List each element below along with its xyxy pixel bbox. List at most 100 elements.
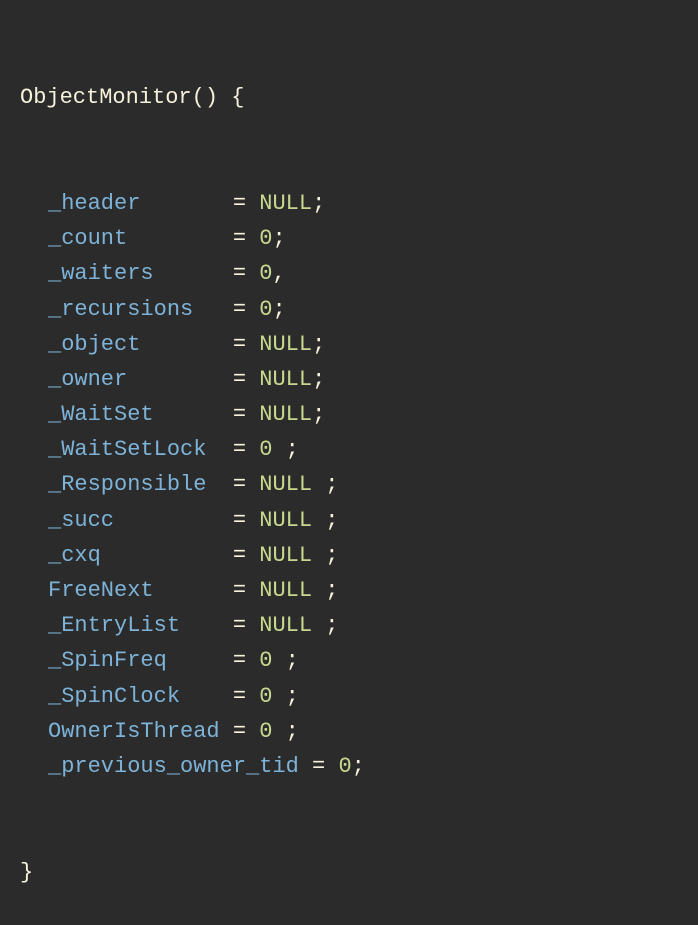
terminator: ; — [272, 297, 285, 322]
function-name: ObjectMonitor — [20, 85, 192, 110]
equals-sign: = — [233, 543, 259, 568]
terminator: ; — [312, 402, 325, 427]
code-line: _cxq = NULL ; — [20, 538, 678, 573]
padding — [220, 719, 233, 744]
value: 0 — [259, 684, 272, 709]
field-name: _EntryList — [48, 613, 180, 638]
field-name: _recursions — [48, 297, 193, 322]
terminator: ; — [312, 367, 325, 392]
padding — [154, 578, 233, 603]
function-signature-line: ObjectMonitor() { — [20, 80, 678, 115]
equals-sign: = — [233, 332, 259, 357]
field-name: _header — [48, 191, 140, 216]
terminator: ; — [352, 754, 365, 779]
terminator: ; — [312, 332, 325, 357]
value: NULL — [259, 543, 312, 568]
value: NULL — [259, 402, 312, 427]
value: NULL — [259, 367, 312, 392]
value: 0 — [338, 754, 351, 779]
terminator: ; — [312, 613, 338, 638]
terminator: ; — [312, 578, 338, 603]
value: NULL — [259, 472, 312, 497]
equals-sign: = — [233, 613, 259, 638]
code-line: FreeNext = NULL ; — [20, 573, 678, 608]
equals-sign: = — [233, 437, 259, 462]
value: NULL — [259, 332, 312, 357]
field-name: _WaitSet — [48, 402, 154, 427]
code-line: _SpinFreq = 0 ; — [20, 643, 678, 678]
code-line: _header = NULL; — [20, 186, 678, 221]
value: NULL — [259, 191, 312, 216]
code-line: _object = NULL; — [20, 327, 678, 362]
equals-sign: = — [233, 367, 259, 392]
terminator: ; — [272, 719, 298, 744]
field-name: _SpinFreq — [48, 648, 167, 673]
padding — [140, 191, 232, 216]
code-lines-container: _header = NULL;_count = 0;_waiters = 0,_… — [20, 186, 678, 784]
value: 0 — [259, 226, 272, 251]
equals-sign: = — [233, 719, 259, 744]
field-name: _Responsible — [48, 472, 206, 497]
padding — [206, 472, 232, 497]
field-name: _WaitSetLock — [48, 437, 206, 462]
padding — [140, 332, 232, 357]
terminator: , — [272, 261, 285, 286]
padding — [101, 543, 233, 568]
terminator: ; — [272, 648, 298, 673]
field-name: _SpinClock — [48, 684, 180, 709]
padding — [154, 261, 233, 286]
equals-sign: = — [233, 578, 259, 603]
equals-sign: = — [233, 261, 259, 286]
close-brace: } — [20, 860, 33, 885]
field-name: _cxq — [48, 543, 101, 568]
code-line: _WaitSet = NULL; — [20, 397, 678, 432]
close-brace-line: } — [20, 855, 678, 890]
value: 0 — [259, 261, 272, 286]
code-line: OwnerIsThread = 0 ; — [20, 714, 678, 749]
code-line: _count = 0; — [20, 221, 678, 256]
terminator: ; — [272, 684, 298, 709]
terminator: ; — [312, 191, 325, 216]
value: 0 — [259, 437, 272, 462]
terminator: ; — [272, 226, 285, 251]
equals-sign: = — [233, 684, 259, 709]
open-brace: { — [218, 85, 244, 110]
field-name: OwnerIsThread — [48, 719, 220, 744]
padding — [193, 297, 233, 322]
equals-sign: = — [233, 472, 259, 497]
value: NULL — [259, 508, 312, 533]
field-name: _succ — [48, 508, 114, 533]
padding — [180, 684, 233, 709]
value: NULL — [259, 613, 312, 638]
field-name: _count — [48, 226, 127, 251]
field-name: _previous_owner_tid — [48, 754, 299, 779]
code-line: _EntryList = NULL ; — [20, 608, 678, 643]
terminator: ; — [312, 508, 338, 533]
padding — [127, 367, 233, 392]
code-line: _WaitSetLock = 0 ; — [20, 432, 678, 467]
padding — [154, 402, 233, 427]
terminator: ; — [272, 437, 298, 462]
terminator: ; — [312, 472, 338, 497]
equals-sign: = — [233, 226, 259, 251]
field-name: _waiters — [48, 261, 154, 286]
field-name: _object — [48, 332, 140, 357]
padding — [114, 508, 233, 533]
value: NULL — [259, 578, 312, 603]
padding — [180, 613, 233, 638]
code-line: _SpinClock = 0 ; — [20, 679, 678, 714]
equals-sign: = — [233, 402, 259, 427]
code-line: _succ = NULL ; — [20, 503, 678, 538]
value: 0 — [259, 719, 272, 744]
value: 0 — [259, 648, 272, 673]
padding — [127, 226, 233, 251]
padding — [167, 648, 233, 673]
code-line: _waiters = 0, — [20, 256, 678, 291]
code-line: _owner = NULL; — [20, 362, 678, 397]
equals-sign: = — [233, 508, 259, 533]
code-block: ObjectMonitor() { _header = NULL;_count … — [20, 10, 678, 925]
code-line: _recursions = 0; — [20, 292, 678, 327]
equals-sign: = — [312, 754, 338, 779]
field-name: FreeNext — [48, 578, 154, 603]
value: 0 — [259, 297, 272, 322]
